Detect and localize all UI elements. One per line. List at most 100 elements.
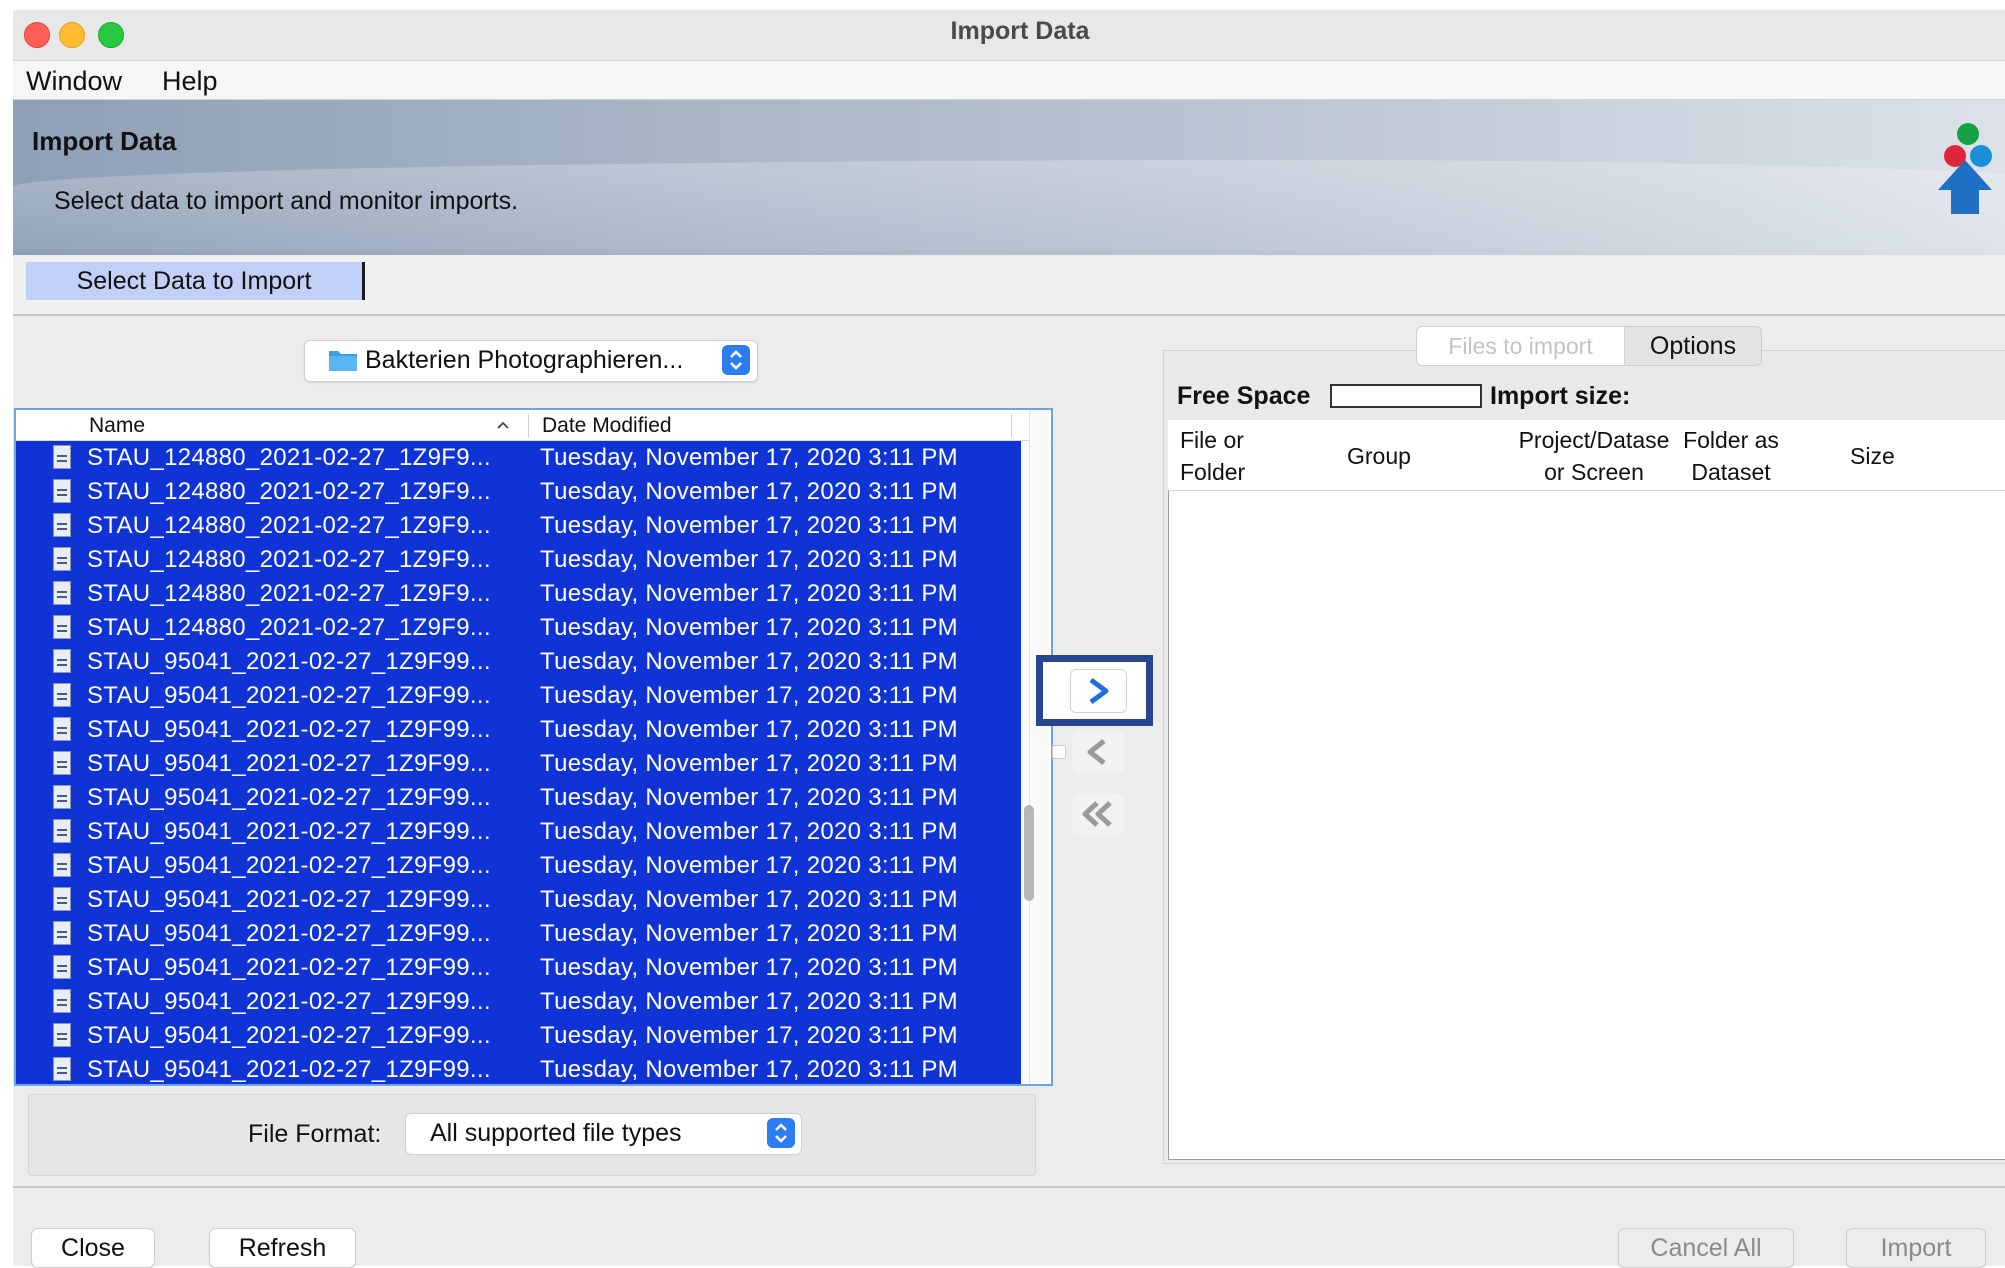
column-divider[interactable] bbox=[1011, 414, 1012, 438]
file-format-label: File Format: bbox=[248, 1120, 382, 1148]
tab-files-to-import[interactable]: Files to import bbox=[1416, 326, 1625, 366]
column-header-folder-as-dataset[interactable]: Folder as Dataset bbox=[1676, 424, 1786, 488]
tab-options[interactable]: Options bbox=[1624, 326, 1762, 366]
file-date-modified: Tuesday, November 17, 2020 3:11 PM bbox=[540, 1022, 958, 1049]
file-list-scroll-thumb[interactable] bbox=[1024, 805, 1034, 901]
column-header-size[interactable]: Size bbox=[1850, 440, 1895, 472]
file-browser-table[interactable]: Name Date Modified STAU_124880_2021-02-2… bbox=[14, 408, 1053, 1086]
file-format-stepper-icon[interactable] bbox=[767, 1118, 795, 1148]
file-row[interactable]: STAU_124880_2021-02-27_1Z9F9... Tuesday, … bbox=[16, 611, 1021, 645]
file-name: STAU_95041_2021-02-27_1Z9F99... bbox=[87, 750, 491, 777]
column-header-group[interactable]: Group bbox=[1347, 440, 1411, 472]
file-list-scrollbar[interactable] bbox=[1029, 410, 1050, 1084]
refresh-button[interactable]: Refresh bbox=[209, 1228, 356, 1268]
file-row[interactable]: STAU_124880_2021-02-27_1Z9F9... Tuesday, … bbox=[16, 543, 1021, 577]
column-header-name[interactable]: Name bbox=[89, 414, 145, 438]
column-header-project[interactable]: Project/Datase or Screen bbox=[1510, 424, 1678, 488]
file-name: STAU_95041_2021-02-27_1Z9F99... bbox=[87, 648, 491, 675]
file-icon bbox=[53, 479, 71, 503]
file-row[interactable]: STAU_95041_2021-02-27_1Z9F99... Tuesday, … bbox=[16, 1053, 1021, 1084]
add-to-queue-button[interactable] bbox=[1070, 669, 1127, 713]
tab-select-data[interactable]: Select Data to Import bbox=[26, 262, 365, 300]
window-title: Import Data bbox=[950, 17, 1090, 45]
menu-window[interactable]: Window bbox=[26, 66, 122, 97]
file-date-modified: Tuesday, November 17, 2020 3:11 PM bbox=[540, 818, 958, 845]
column-header-date[interactable]: Date Modified bbox=[542, 414, 672, 438]
file-row[interactable]: STAU_95041_2021-02-27_1Z9F99... Tuesday, … bbox=[16, 747, 1021, 781]
file-icon bbox=[53, 921, 71, 945]
file-date-modified: Tuesday, November 17, 2020 3:11 PM bbox=[540, 954, 958, 981]
file-row[interactable]: STAU_95041_2021-02-27_1Z9F99... Tuesday, … bbox=[16, 815, 1021, 849]
import-size-label: Import size: bbox=[1490, 382, 1631, 410]
file-icon bbox=[53, 853, 71, 877]
file-icon bbox=[53, 887, 71, 911]
file-icon bbox=[53, 989, 71, 1013]
file-row[interactable]: STAU_95041_2021-02-27_1Z9F99... Tuesday, … bbox=[16, 1019, 1021, 1053]
import-queue-table[interactable] bbox=[1168, 420, 2005, 1160]
import-button[interactable]: Import bbox=[1846, 1228, 1986, 1268]
file-name: STAU_124880_2021-02-27_1Z9F9... bbox=[87, 512, 491, 539]
file-row[interactable]: STAU_95041_2021-02-27_1Z9F99... Tuesday, … bbox=[16, 645, 1021, 679]
column-header-file-or-folder[interactable]: File or Folder bbox=[1180, 424, 1290, 488]
file-date-modified: Tuesday, November 17, 2020 3:11 PM bbox=[540, 546, 958, 573]
file-row[interactable]: STAU_124880_2021-02-27_1Z9F9... Tuesday, … bbox=[16, 577, 1021, 611]
file-icon bbox=[53, 649, 71, 673]
file-name: STAU_95041_2021-02-27_1Z9F99... bbox=[87, 988, 491, 1015]
file-name: STAU_124880_2021-02-27_1Z9F9... bbox=[87, 580, 491, 607]
close-button[interactable]: Close bbox=[31, 1228, 155, 1268]
file-date-modified: Tuesday, November 17, 2020 3:11 PM bbox=[540, 852, 958, 879]
file-row[interactable]: STAU_95041_2021-02-27_1Z9F99... Tuesday, … bbox=[16, 883, 1021, 917]
file-date-modified: Tuesday, November 17, 2020 3:11 PM bbox=[540, 716, 958, 743]
banner-title: Import Data bbox=[32, 126, 177, 156]
file-date-modified: Tuesday, November 17, 2020 3:11 PM bbox=[540, 682, 958, 709]
sort-ascending-icon[interactable] bbox=[496, 420, 510, 430]
resize-handle[interactable] bbox=[1052, 745, 1066, 759]
file-row[interactable]: STAU_95041_2021-02-27_1Z9F99... Tuesday, … bbox=[16, 781, 1021, 815]
file-row[interactable]: STAU_124880_2021-02-27_1Z9F9... Tuesday, … bbox=[16, 475, 1021, 509]
file-name: STAU_95041_2021-02-27_1Z9F99... bbox=[87, 954, 491, 981]
file-row[interactable]: STAU_95041_2021-02-27_1Z9F99... Tuesday, … bbox=[16, 951, 1021, 985]
file-date-modified: Tuesday, November 17, 2020 3:11 PM bbox=[540, 580, 958, 607]
file-row[interactable]: STAU_95041_2021-02-27_1Z9F99... Tuesday, … bbox=[16, 917, 1021, 951]
column-divider[interactable] bbox=[528, 414, 529, 438]
chevron-left-icon bbox=[1087, 739, 1106, 765]
chevron-right-icon bbox=[1089, 677, 1109, 705]
file-row[interactable]: STAU_124880_2021-02-27_1Z9F9... Tuesday, … bbox=[16, 441, 1021, 475]
file-date-modified: Tuesday, November 17, 2020 3:11 PM bbox=[540, 886, 958, 913]
file-icon bbox=[53, 785, 71, 809]
file-date-modified: Tuesday, November 17, 2020 3:11 PM bbox=[540, 512, 958, 539]
file-icon bbox=[53, 751, 71, 775]
file-row[interactable]: STAU_95041_2021-02-27_1Z9F99... Tuesday, … bbox=[16, 679, 1021, 713]
file-name: STAU_95041_2021-02-27_1Z9F99... bbox=[87, 682, 491, 709]
free-space-label: Free Space bbox=[1177, 382, 1311, 410]
remove-from-queue-button[interactable] bbox=[1072, 731, 1124, 773]
file-icon bbox=[53, 1023, 71, 1047]
file-date-modified: Tuesday, November 17, 2020 3:11 PM bbox=[540, 614, 958, 641]
folder-stepper-icon[interactable] bbox=[722, 345, 750, 375]
file-icon bbox=[53, 513, 71, 537]
file-name: STAU_124880_2021-02-27_1Z9F9... bbox=[87, 614, 491, 641]
file-date-modified: Tuesday, November 17, 2020 3:11 PM bbox=[540, 920, 958, 947]
file-table-header: Name Date Modified bbox=[16, 410, 1051, 441]
menu-help[interactable]: Help bbox=[162, 66, 218, 97]
double-chevron-left-icon bbox=[1082, 801, 1112, 827]
file-name: STAU_95041_2021-02-27_1Z9F99... bbox=[87, 1022, 491, 1049]
file-name: STAU_95041_2021-02-27_1Z9F99... bbox=[87, 1056, 491, 1083]
file-icon bbox=[53, 581, 71, 605]
file-name: STAU_95041_2021-02-27_1Z9F99... bbox=[87, 852, 491, 879]
file-row[interactable]: STAU_124880_2021-02-27_1Z9F9... Tuesday, … bbox=[16, 509, 1021, 543]
file-icon bbox=[53, 1057, 71, 1081]
header-banner bbox=[13, 100, 2005, 255]
file-icon bbox=[53, 445, 71, 469]
cancel-all-button[interactable]: Cancel All bbox=[1618, 1228, 1794, 1268]
bottom-divider bbox=[13, 1186, 2005, 1188]
file-name: STAU_95041_2021-02-27_1Z9F99... bbox=[87, 716, 491, 743]
file-row[interactable]: STAU_95041_2021-02-27_1Z9F99... Tuesday, … bbox=[16, 849, 1021, 883]
file-name: STAU_95041_2021-02-27_1Z9F99... bbox=[87, 920, 491, 947]
file-row[interactable]: STAU_95041_2021-02-27_1Z9F99... Tuesday, … bbox=[16, 985, 1021, 1019]
file-row[interactable]: STAU_95041_2021-02-27_1Z9F99... Tuesday, … bbox=[16, 713, 1021, 747]
remove-all-button[interactable] bbox=[1072, 793, 1124, 835]
file-rows: STAU_124880_2021-02-27_1Z9F9... Tuesday, … bbox=[16, 441, 1021, 1084]
file-icon bbox=[53, 955, 71, 979]
menu-bar bbox=[13, 61, 2005, 100]
